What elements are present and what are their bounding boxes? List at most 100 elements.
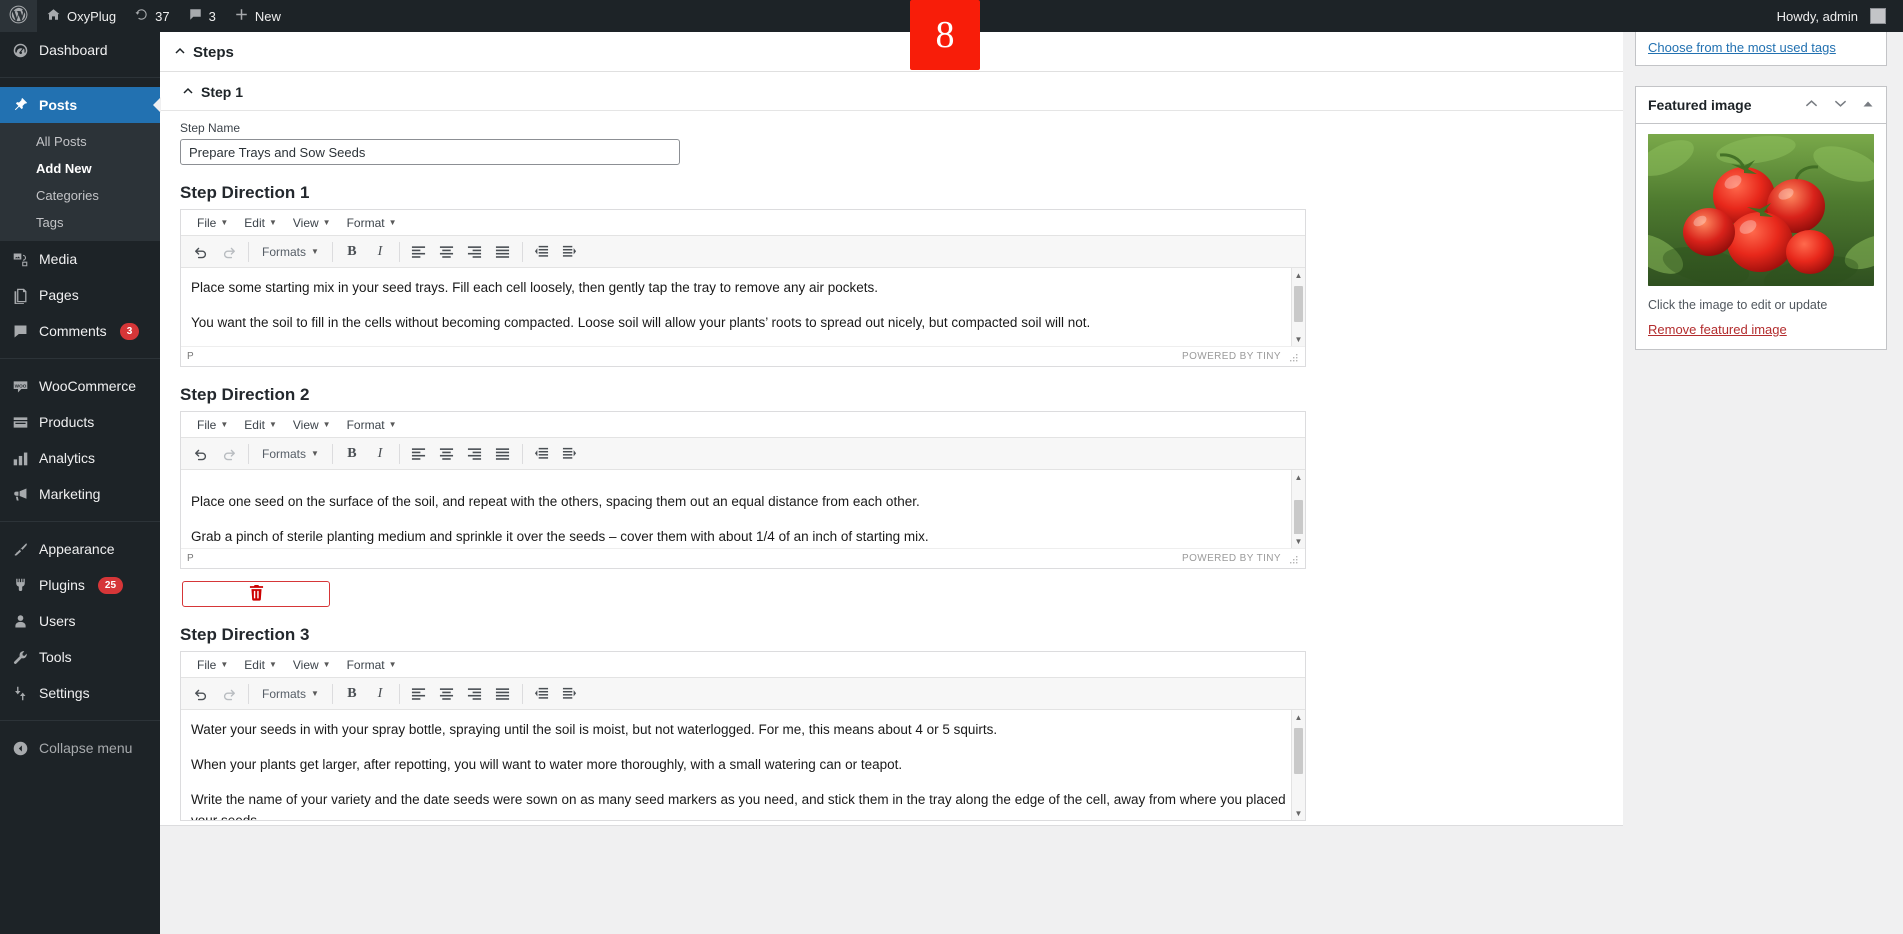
editor-menu-edit[interactable]: Edit ▼ xyxy=(236,656,285,674)
formats-dropdown[interactable]: Formats ▼ xyxy=(254,444,327,464)
indent-icon[interactable] xyxy=(556,239,584,265)
scroll-up-icon[interactable]: ▲ xyxy=(1292,268,1305,282)
scrollbar-thumb[interactable] xyxy=(1294,286,1303,322)
chevron-up-icon[interactable] xyxy=(182,85,194,100)
editor-menu-format[interactable]: Format ▼ xyxy=(339,416,405,434)
resize-handle-icon[interactable] xyxy=(1287,351,1299,363)
resize-handle-icon[interactable] xyxy=(1287,553,1299,565)
align-right-icon[interactable] xyxy=(461,681,489,707)
scrollbar-thumb[interactable] xyxy=(1294,500,1303,536)
chevron-down-icon[interactable] xyxy=(1833,97,1848,113)
scroll-up-icon[interactable]: ▲ xyxy=(1292,710,1305,724)
sidebar-item-appearance[interactable]: Appearance xyxy=(0,531,160,567)
editor-3-scrollbar[interactable]: ▲ ▼ xyxy=(1291,710,1305,820)
scroll-down-icon[interactable]: ▼ xyxy=(1292,806,1305,820)
sidebar-item-tags[interactable]: Tags xyxy=(0,209,160,236)
wp-logo-menu[interactable] xyxy=(0,0,37,32)
element-path[interactable]: P xyxy=(187,351,194,362)
sidebar-item-categories[interactable]: Categories xyxy=(0,182,160,209)
align-justify-icon[interactable] xyxy=(489,441,517,467)
triangle-up-icon[interactable] xyxy=(1862,99,1874,112)
scroll-down-icon[interactable]: ▼ xyxy=(1292,534,1305,548)
outdent-icon[interactable] xyxy=(528,239,556,265)
site-name-menu[interactable]: OxyPlug xyxy=(37,0,125,32)
editor-menu-file[interactable]: File ▼ xyxy=(189,214,236,232)
align-right-icon[interactable] xyxy=(461,441,489,467)
new-content-menu[interactable]: New xyxy=(225,0,290,32)
sidebar-item-settings[interactable]: Settings xyxy=(0,675,160,711)
undo-icon[interactable] xyxy=(187,239,215,265)
sidebar-item-products[interactable]: Products xyxy=(0,404,160,440)
formats-dropdown[interactable]: Formats ▼ xyxy=(254,684,327,704)
align-right-icon[interactable] xyxy=(461,239,489,265)
redo-icon[interactable] xyxy=(215,681,243,707)
sidebar-item-analytics[interactable]: Analytics xyxy=(0,440,160,476)
scroll-up-icon[interactable]: ▲ xyxy=(1292,470,1305,484)
sidebar-item-add-new[interactable]: Add New xyxy=(0,155,160,182)
editor-menu-format[interactable]: Format ▼ xyxy=(339,656,405,674)
bold-icon[interactable]: B xyxy=(338,239,366,265)
featured-image-thumbnail[interactable] xyxy=(1648,134,1874,286)
updates-menu[interactable]: 37 xyxy=(125,0,178,32)
chevron-up-icon[interactable] xyxy=(1804,97,1819,113)
align-left-icon[interactable] xyxy=(405,239,433,265)
editor-menu-edit[interactable]: Edit ▼ xyxy=(236,416,285,434)
editor-1-content[interactable]: Place some starting mix in your seed tra… xyxy=(181,268,1305,346)
collapse-menu-button[interactable]: Collapse menu xyxy=(0,730,160,766)
sidebar-item-users[interactable]: Users xyxy=(0,603,160,639)
indent-icon[interactable] xyxy=(556,441,584,467)
undo-icon[interactable] xyxy=(187,441,215,467)
italic-icon[interactable]: I xyxy=(366,239,394,265)
delete-direction-button[interactable] xyxy=(182,581,330,607)
italic-icon[interactable]: I xyxy=(366,441,394,467)
bold-icon[interactable]: B xyxy=(338,441,366,467)
step-1-header[interactable]: Step 1 xyxy=(160,72,1623,111)
sidebar-item-woocommerce[interactable]: WOO WooCommerce xyxy=(0,368,160,404)
comments-menu[interactable]: 3 xyxy=(179,0,225,32)
align-justify-icon[interactable] xyxy=(489,681,517,707)
scroll-down-icon[interactable]: ▼ xyxy=(1292,332,1305,346)
editor-2-scrollbar[interactable]: ▲ ▼ xyxy=(1291,470,1305,548)
editor-menu-file[interactable]: File ▼ xyxy=(189,656,236,674)
element-path[interactable]: P xyxy=(187,553,194,564)
outdent-icon[interactable] xyxy=(528,681,556,707)
outdent-icon[interactable] xyxy=(528,441,556,467)
align-center-icon[interactable] xyxy=(433,681,461,707)
align-justify-icon[interactable] xyxy=(489,239,517,265)
redo-icon[interactable] xyxy=(215,441,243,467)
scrollbar-thumb[interactable] xyxy=(1294,728,1303,774)
formats-dropdown[interactable]: Formats ▼ xyxy=(254,242,327,262)
undo-icon[interactable] xyxy=(187,681,215,707)
sidebar-item-comments[interactable]: Comments 3 xyxy=(0,313,160,349)
editor-menu-view[interactable]: View ▼ xyxy=(285,656,339,674)
sidebar-item-all-posts[interactable]: All Posts xyxy=(0,128,160,155)
indent-icon[interactable] xyxy=(556,681,584,707)
editor-menu-file[interactable]: File ▼ xyxy=(189,416,236,434)
my-account-menu[interactable]: Howdy, admin xyxy=(1768,0,1895,32)
sidebar-item-tools[interactable]: Tools xyxy=(0,639,160,675)
bold-icon[interactable]: B xyxy=(338,681,366,707)
steps-panel-header[interactable]: Steps xyxy=(160,32,1623,72)
step-name-input[interactable] xyxy=(180,139,680,165)
sidebar-item-marketing[interactable]: Marketing xyxy=(0,476,160,512)
editor-menu-view[interactable]: View ▼ xyxy=(285,214,339,232)
editor-menu-format[interactable]: Format ▼ xyxy=(339,214,405,232)
redo-icon[interactable] xyxy=(215,239,243,265)
sidebar-item-posts[interactable]: Posts xyxy=(0,87,161,123)
sidebar-item-pages[interactable]: Pages xyxy=(0,277,160,313)
align-center-icon[interactable] xyxy=(433,441,461,467)
align-left-icon[interactable] xyxy=(405,441,433,467)
editor-3-content[interactable]: Water your seeds in with your spray bott… xyxy=(181,710,1305,820)
editor-menu-edit[interactable]: Edit ▼ xyxy=(236,214,285,232)
align-center-icon[interactable] xyxy=(433,239,461,265)
editor-1-scrollbar[interactable]: ▲ ▼ xyxy=(1291,268,1305,346)
italic-icon[interactable]: I xyxy=(366,681,394,707)
remove-featured-image-link[interactable]: Remove featured image xyxy=(1648,322,1787,337)
align-left-icon[interactable] xyxy=(405,681,433,707)
sidebar-item-media[interactable]: Media xyxy=(0,241,160,277)
sidebar-item-dashboard[interactable]: Dashboard xyxy=(0,32,160,68)
sidebar-item-plugins[interactable]: Plugins 25 xyxy=(0,567,160,603)
chevron-up-icon[interactable] xyxy=(174,45,186,60)
editor-2-content[interactable]: Place one seed on the surface of the soi… xyxy=(181,470,1305,548)
editor-menu-view[interactable]: View ▼ xyxy=(285,416,339,434)
